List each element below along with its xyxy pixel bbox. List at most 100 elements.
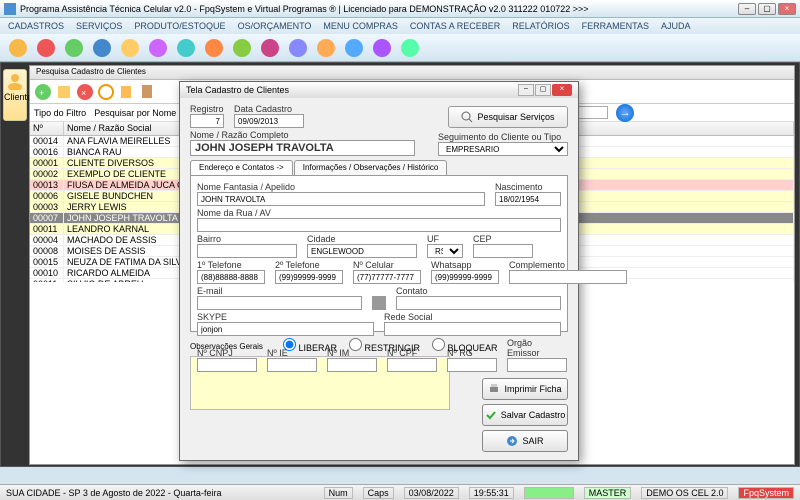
toolbar-icon-8[interactable]: [230, 36, 254, 60]
refresh-icon[interactable]: [97, 83, 115, 101]
cnpj-input[interactable]: [197, 358, 257, 372]
registro-input[interactable]: [190, 114, 224, 128]
skype-label: SKYPE: [197, 312, 374, 322]
tab-endereco[interactable]: Endereço e Contatos ->: [190, 160, 293, 175]
copy-icon[interactable]: [118, 83, 136, 101]
clientes-tab[interactable]: Clientes: [3, 69, 27, 121]
toolbar-icon-6[interactable]: [174, 36, 198, 60]
paste-icon[interactable]: [139, 83, 157, 101]
compl-input[interactable]: [509, 270, 627, 284]
maximize-button[interactable]: ▢: [758, 3, 776, 15]
tab-info[interactable]: Informações / Observações / Histórico: [294, 160, 448, 175]
modal-maximize[interactable]: ▢: [535, 84, 551, 96]
toolbar-icon-13[interactable]: [370, 36, 394, 60]
menu-contas a receber[interactable]: CONTAS A RECEBER: [410, 21, 500, 31]
toolbar-icon-9[interactable]: [258, 36, 282, 60]
contato-label: Contato: [396, 286, 561, 296]
radio-liberar[interactable]: LIBERAR: [283, 338, 337, 353]
toolbar-icon-14[interactable]: [398, 36, 422, 60]
search-icon: [461, 111, 473, 123]
nasc-input[interactable]: [495, 192, 561, 206]
modal-titlebar: Tela Cadastro de Clientes – ▢ ×: [180, 82, 578, 98]
col-name[interactable]: Nome / Razão Social: [64, 122, 196, 135]
segmento-select[interactable]: EMPRESARIO: [438, 142, 568, 156]
modal-minimize[interactable]: –: [518, 84, 534, 96]
tel1-input[interactable]: [197, 270, 265, 284]
tel2-input[interactable]: [275, 270, 343, 284]
col-number[interactable]: Nº: [30, 122, 64, 135]
minimize-button[interactable]: –: [738, 3, 756, 15]
edit-icon[interactable]: [55, 83, 73, 101]
uf-select[interactable]: RS: [427, 244, 463, 258]
app-icon: [4, 3, 16, 15]
toolbar-icon-2[interactable]: [62, 36, 86, 60]
sair-button[interactable]: SAIR: [482, 430, 568, 452]
contato-input[interactable]: [396, 296, 561, 310]
im-input[interactable]: [327, 358, 377, 372]
status-time: 19:55:31: [469, 487, 514, 499]
menu-ajuda[interactable]: AJUDA: [661, 21, 691, 31]
close-button[interactable]: ×: [778, 3, 796, 15]
content-area: Clientes Pesquisa Cadastro de Clientes +…: [0, 62, 800, 467]
imprimir-button[interactable]: Imprimir Ficha: [482, 378, 568, 400]
rua-input[interactable]: [197, 218, 561, 232]
menu-relatórios[interactable]: RELATÓRIOS: [512, 21, 569, 31]
cpf-input[interactable]: [387, 358, 437, 372]
cel-input[interactable]: [353, 270, 421, 284]
pesq-serv-label: Pesquisar Serviços: [477, 112, 554, 122]
menu-menu compras[interactable]: MENU COMPRAS: [323, 21, 398, 31]
client-form-modal: Tela Cadastro de Clientes – ▢ × Registro…: [179, 81, 579, 461]
cep-label: CEP: [473, 234, 533, 244]
fantasia-label: Nome Fantasia / Apelido: [197, 182, 485, 192]
toolbar-icon-10[interactable]: [286, 36, 310, 60]
rg-input[interactable]: [447, 358, 497, 372]
check-icon: [485, 409, 497, 421]
registro-label: Registro: [190, 104, 224, 114]
menu-ferramentas[interactable]: FERRAMENTAS: [582, 21, 649, 31]
modal-close[interactable]: ×: [552, 84, 572, 96]
delete-icon[interactable]: ×: [76, 83, 94, 101]
menu-os/orçamento[interactable]: OS/ORÇAMENTO: [238, 21, 312, 31]
pesquisar-servicos-button[interactable]: Pesquisar Serviços: [448, 106, 568, 128]
rede-input[interactable]: [384, 322, 561, 336]
cep-input[interactable]: [473, 244, 533, 258]
toolbar-icon-11[interactable]: [314, 36, 338, 60]
rua-label: Nome da Rua / AV: [197, 208, 561, 218]
skype-input[interactable]: [197, 322, 374, 336]
salvar-button[interactable]: Salvar Cadastro: [482, 404, 568, 426]
status-date: 03/08/2022: [404, 487, 459, 499]
menu-serviços[interactable]: SERVIÇOS: [76, 21, 122, 31]
bairro-label: Bairro: [197, 234, 297, 244]
toolbar-icon-3[interactable]: [90, 36, 114, 60]
email-pick-button[interactable]: [372, 296, 386, 310]
email-label: E-mail: [197, 286, 362, 296]
toolbar-icon-0[interactable]: [6, 36, 30, 60]
email-input[interactable]: [197, 296, 362, 310]
ie-input[interactable]: [267, 358, 317, 372]
toolbar-icon-5[interactable]: [146, 36, 170, 60]
orgao-label: Orgão Emissor: [507, 338, 567, 358]
radio-restringir[interactable]: RESTRINGIR: [349, 338, 420, 353]
datacad-input[interactable]: [234, 114, 304, 128]
orgao-input[interactable]: [507, 358, 567, 372]
toolbar-icon-1[interactable]: [34, 36, 58, 60]
toolbar-icon-4[interactable]: [118, 36, 142, 60]
status-progress: [524, 487, 574, 499]
toolbar-icon-7[interactable]: [202, 36, 226, 60]
toolbar-icon-12[interactable]: [342, 36, 366, 60]
cidade-input[interactable]: [307, 244, 417, 258]
radio-bloquear[interactable]: BLOQUEAR: [432, 338, 498, 353]
clientes-tab-label: Clientes: [4, 92, 26, 102]
search-go-button[interactable]: →: [616, 104, 634, 122]
status-brand: FpqSystem: [738, 487, 794, 499]
whats-input[interactable]: [431, 270, 499, 284]
nasc-label: Nascimento: [495, 182, 561, 192]
bairro-input[interactable]: [197, 244, 297, 258]
menu-produto/estoque[interactable]: PRODUTO/ESTOQUE: [134, 21, 225, 31]
fantasia-input[interactable]: [197, 192, 485, 206]
menu-cadastros[interactable]: CADASTROS: [8, 21, 64, 31]
modal-title: Tela Cadastro de Clientes: [186, 85, 289, 95]
search-panel-title: Pesquisa Cadastro de Clientes: [30, 66, 794, 80]
add-icon[interactable]: +: [34, 83, 52, 101]
status-numlock: Num: [324, 487, 353, 499]
